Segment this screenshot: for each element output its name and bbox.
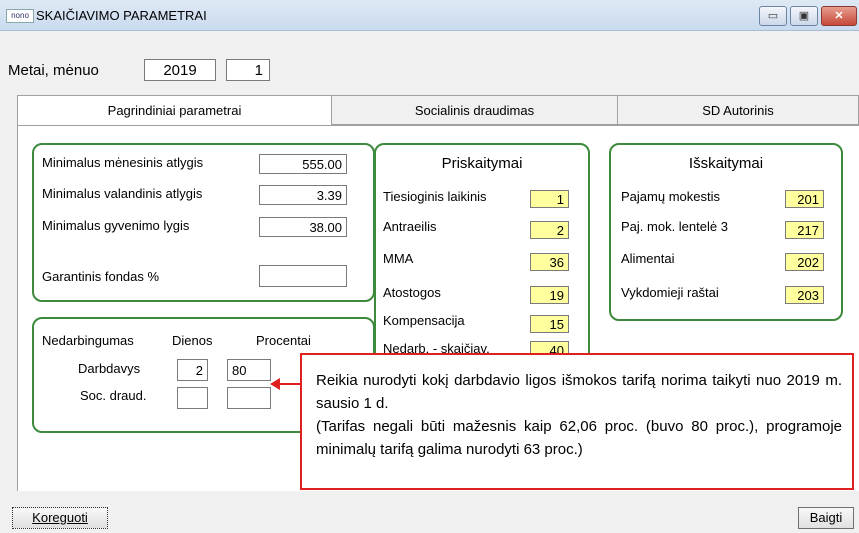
params-group: Minimalus mėnesinis atlygis 555.00 Minim… [32, 143, 375, 302]
year-input[interactable]: 2019 [144, 59, 216, 81]
guarantee-fund-input[interactable] [259, 265, 347, 287]
callout-line-1: Reikia nurodyti kokį darbdavio ligos išm… [316, 372, 842, 412]
deduction-code-input[interactable]: 202 [785, 253, 824, 271]
min-monthly-input[interactable]: 555.00 [259, 154, 347, 174]
min-living-input[interactable]: 38.00 [259, 217, 347, 237]
employer-label: Darbdavys [78, 361, 141, 376]
deduction-label: Paj. mok. lentelė 3 [621, 219, 728, 234]
soc-insurance-label: Soc. draud. [80, 388, 147, 403]
min-hourly-input[interactable]: 3.39 [259, 185, 347, 205]
tab-bar: Pagrindiniai parametrai Socialinis draud… [17, 95, 859, 126]
min-living-label: Minimalus gyvenimo lygis [42, 218, 190, 233]
guarantee-fund-label: Garantinis fondas % [42, 269, 160, 284]
employer-percent-input[interactable]: 80 [227, 359, 271, 381]
month-input[interactable]: 1 [226, 59, 270, 81]
deduction-code-input[interactable]: 203 [785, 286, 824, 304]
days-header: Dienos [172, 333, 213, 348]
deduction-code-input[interactable]: 201 [785, 190, 824, 208]
deductions-group: Išskaitymai Pajamų mokestis 201 Paj. mok… [609, 143, 843, 321]
accrual-label: MMA [383, 251, 414, 266]
app-window: nono SKAIČIAVIMO PARAMETRAI ▭ ▣ ✕ Metai,… [0, 0, 859, 533]
app-logo: nono [6, 9, 34, 23]
accruals-title: Priskaitymai [441, 155, 523, 172]
accrual-code-input[interactable]: 2 [530, 221, 569, 239]
deduction-label: Alimentai [621, 251, 675, 266]
accrual-code-input[interactable]: 19 [530, 286, 569, 304]
min-monthly-label: Minimalus mėnesinis atlygis [42, 155, 204, 170]
edit-button[interactable]: Koreguoti [12, 507, 108, 529]
tab-social-insurance[interactable]: Socialinis draudimas [331, 95, 618, 125]
finish-button[interactable]: Baigti [798, 507, 854, 529]
callout-arrow-icon [270, 378, 301, 390]
accrual-label: Atostogos [383, 285, 441, 300]
accrual-code-input[interactable]: 15 [530, 315, 569, 333]
soc-days-input[interactable] [177, 387, 208, 409]
callout-text: Reikia nurodyti kokį darbdavio ligos išm… [316, 369, 842, 461]
title-bar: nono SKAIČIAVIMO PARAMETRAI ▭ ▣ ✕ [0, 0, 859, 31]
tab-sd-author[interactable]: SD Autorinis [617, 95, 859, 125]
window-title: SKAIČIAVIMO PARAMETRAI [36, 8, 207, 23]
accrual-label: Antraeilis [383, 219, 437, 234]
accrual-code-input[interactable]: 1 [530, 190, 569, 208]
percent-header: Procentai [256, 333, 311, 348]
callout-box: Reikia nurodyti kokį darbdavio ligos išm… [300, 353, 854, 490]
sick-leave-header: Nedarbingumas [42, 333, 134, 348]
min-hourly-label: Minimalus valandinis atlygis [42, 186, 203, 201]
accrual-code-input[interactable]: 36 [530, 253, 569, 271]
soc-percent-input[interactable] [227, 387, 271, 409]
employer-days-input[interactable]: 2 [177, 359, 208, 381]
accrual-label: Kompensacija [383, 313, 465, 328]
accrual-label: Tiesioginis laikinis [383, 189, 487, 204]
accruals-group: Priskaitymai Tiesioginis laikinis 1 Antr… [374, 143, 590, 363]
deductions-title: Išskaitymai [688, 155, 764, 172]
maximize-button[interactable]: ▣ [790, 6, 818, 26]
period-label: Metai, mėnuo [8, 62, 99, 79]
deduction-label: Pajamų mokestis [621, 189, 720, 204]
deduction-code-input[interactable]: 217 [785, 221, 824, 239]
minimize-button[interactable]: ▭ [759, 6, 787, 26]
deduction-label: Vykdomieji raštai [621, 285, 719, 300]
tab-main-parameters[interactable]: Pagrindiniai parametrai [17, 95, 332, 126]
callout-line-2: (Tarifas negali būti mažesnis kaip 62,06… [316, 418, 842, 458]
close-button[interactable]: ✕ [821, 6, 857, 26]
